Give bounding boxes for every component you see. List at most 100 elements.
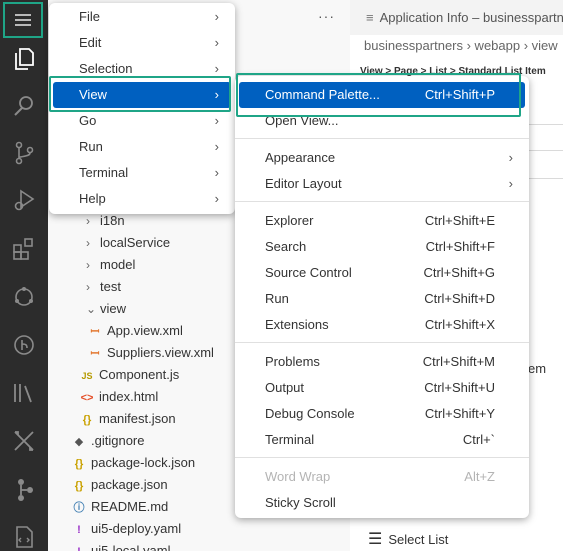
list-icon: ☰	[368, 531, 383, 548]
menu-item-label: Search	[265, 239, 307, 254]
view-submenu: Command Palette... Ctrl+Shift+P Open View…	[235, 76, 529, 518]
code-file-activity[interactable]	[0, 517, 48, 551]
tree-file-app-view-xml[interactable]: ꟷ App.view.xml	[87, 320, 183, 342]
tree-item-label: Component.js	[99, 367, 180, 382]
menu-item-terminal-view[interactable]: Terminal Ctrl+`	[239, 427, 525, 453]
tree-file-ui5-local-yaml[interactable]: ! ui5-local.yaml	[71, 540, 170, 551]
menu-item-extensions[interactable]: Extensions Ctrl+Shift+X	[239, 312, 525, 338]
git-activity[interactable]	[0, 325, 48, 365]
menu-item-terminal[interactable]: Terminal ›	[53, 160, 231, 186]
chevron-down-icon: ⌄	[86, 302, 97, 316]
json-icon: {}	[82, 414, 92, 426]
xml-icon: ꟷ	[90, 348, 100, 360]
js-icon: JS	[81, 371, 93, 381]
menu-item-edit[interactable]: Edit ›	[53, 30, 231, 56]
menu-item-shortcut: Ctrl+Shift+M	[422, 354, 495, 369]
source-control-activity[interactable]	[0, 133, 48, 173]
select-list-item[interactable]: ☰ Select List	[368, 530, 448, 550]
menu-item-explorer[interactable]: Explorer Ctrl+Shift+E	[239, 208, 525, 234]
menu-item-label: Problems	[265, 354, 320, 369]
tree-item-label: package-lock.json	[91, 455, 196, 470]
menu-item-appearance[interactable]: Appearance ›	[239, 145, 525, 171]
chevron-right-icon: ›	[214, 165, 219, 180]
run-debug-icon	[14, 189, 35, 211]
json-icon: {}	[74, 480, 84, 492]
tree-file-index-html[interactable]: <> index.html	[79, 386, 159, 408]
tree-file-package-lock-json[interactable]: {} package-lock.json	[71, 452, 195, 474]
xml-icon: ꟷ	[90, 326, 100, 338]
more-actions-icon[interactable]: ···	[318, 8, 335, 24]
tree-file-package-json[interactable]: {} package.json	[71, 474, 168, 496]
menu-item-debug-console[interactable]: Debug Console Ctrl+Shift+Y	[239, 401, 525, 427]
menu-item-shortcut: Ctrl+Shift+X	[424, 317, 495, 332]
menu-item-help[interactable]: Help ›	[53, 186, 231, 212]
editor-tab[interactable]: ≡ Application Info – businesspartn	[350, 0, 563, 35]
tree-file-readme-md[interactable]: ⓘ README.md	[71, 496, 169, 518]
menu-item-label: Sticky Scroll	[265, 495, 336, 510]
menu-item-problems[interactable]: Problems Ctrl+Shift+M	[239, 349, 525, 375]
tree-folder-view[interactable]: ⌄ view	[86, 298, 126, 320]
menu-item-search[interactable]: Search Ctrl+Shift+F	[239, 234, 525, 260]
source-control-icon	[15, 141, 34, 165]
tree-item-label: view	[100, 301, 127, 316]
yaml-icon: !	[71, 541, 87, 551]
tree-file-ui5-deploy-yaml[interactable]: ! ui5-deploy.yaml	[71, 518, 181, 540]
chevron-right-icon: ›	[86, 236, 90, 250]
remote-explorer-activity[interactable]	[0, 277, 48, 317]
menu-item-label: Terminal	[79, 165, 129, 180]
menu-item-source-control[interactable]: Source Control Ctrl+Shift+G	[239, 260, 525, 286]
tools-icon	[14, 431, 34, 451]
menu-item-output[interactable]: Output Ctrl+Shift+U	[239, 375, 525, 401]
search-activity[interactable]	[0, 86, 48, 126]
run-debug-activity[interactable]	[0, 180, 48, 220]
menu-item-run-view[interactable]: Run Ctrl+Shift+D	[239, 286, 525, 312]
tree-file-manifest-json[interactable]: {} manifest.json	[79, 408, 176, 430]
git-icon: ◆	[74, 436, 84, 448]
menu-item-shortcut: Alt+Z	[464, 469, 495, 484]
menu-item-label: Explorer	[265, 213, 314, 228]
tree-file-component-js[interactable]: JS Component.js	[79, 364, 179, 386]
menu-item-label: Run	[265, 291, 289, 306]
tree-item-label: index.html	[99, 389, 159, 404]
application-menu-button[interactable]	[3, 2, 43, 38]
tree-folder-model[interactable]: › model	[86, 254, 135, 276]
tree-file-gitignore[interactable]: ◆ .gitignore	[71, 430, 145, 452]
menu-item-word-wrap[interactable]: Word Wrap Alt+Z	[239, 464, 525, 490]
tree-folder-test[interactable]: › test	[86, 276, 121, 298]
tree-file-suppliers-view-xml[interactable]: ꟷ Suppliers.view.xml	[87, 342, 214, 364]
html-icon: <>	[80, 392, 94, 404]
tree-item-label: ui5-local.yaml	[91, 543, 171, 551]
chevron-right-icon: ›	[508, 150, 513, 165]
select-list-label: Select List	[388, 532, 449, 547]
yaml-icon: !	[77, 524, 81, 536]
chevron-right-icon: ›	[86, 280, 90, 294]
chevron-right-icon: ›	[214, 9, 219, 24]
tree-folder-localservice[interactable]: › localService	[86, 232, 170, 254]
menu-item-run[interactable]: Run ›	[53, 134, 231, 160]
menu-item-label: Edit	[79, 35, 102, 50]
breadcrumb[interactable]: businesspartners › webapp › view	[364, 37, 563, 55]
menu-item-label: Run	[79, 139, 103, 154]
code-file-icon	[16, 526, 33, 548]
extensions-icon	[13, 238, 33, 260]
menu-item-label: Appearance	[265, 150, 336, 165]
menu-item-label: Help	[79, 191, 106, 206]
git-icon	[14, 335, 34, 355]
menu-item-sticky-scroll[interactable]: Sticky Scroll	[239, 490, 525, 516]
library-activity[interactable]	[0, 373, 48, 413]
tree-item-label: App.view.xml	[107, 323, 183, 338]
menu-item-label: Extensions	[265, 317, 329, 332]
hamburger-icon	[15, 14, 31, 26]
tree-item-label: manifest.json	[99, 411, 176, 426]
tree-item-label: Suppliers.view.xml	[107, 345, 214, 360]
menu-item-file[interactable]: File ›	[53, 4, 231, 30]
menu-item-label: Editor Layout	[265, 176, 342, 191]
menu-item-shortcut: Ctrl+Shift+F	[425, 239, 495, 254]
menu-item-editor-layout[interactable]: Editor Layout ›	[239, 171, 525, 197]
chevron-right-icon: ›	[214, 35, 219, 50]
tools-activity[interactable]	[0, 421, 48, 461]
explorer-activity[interactable]	[0, 39, 48, 79]
pipeline-activity[interactable]	[0, 470, 48, 510]
extensions-activity[interactable]	[0, 229, 48, 269]
activity-bar	[0, 0, 48, 551]
